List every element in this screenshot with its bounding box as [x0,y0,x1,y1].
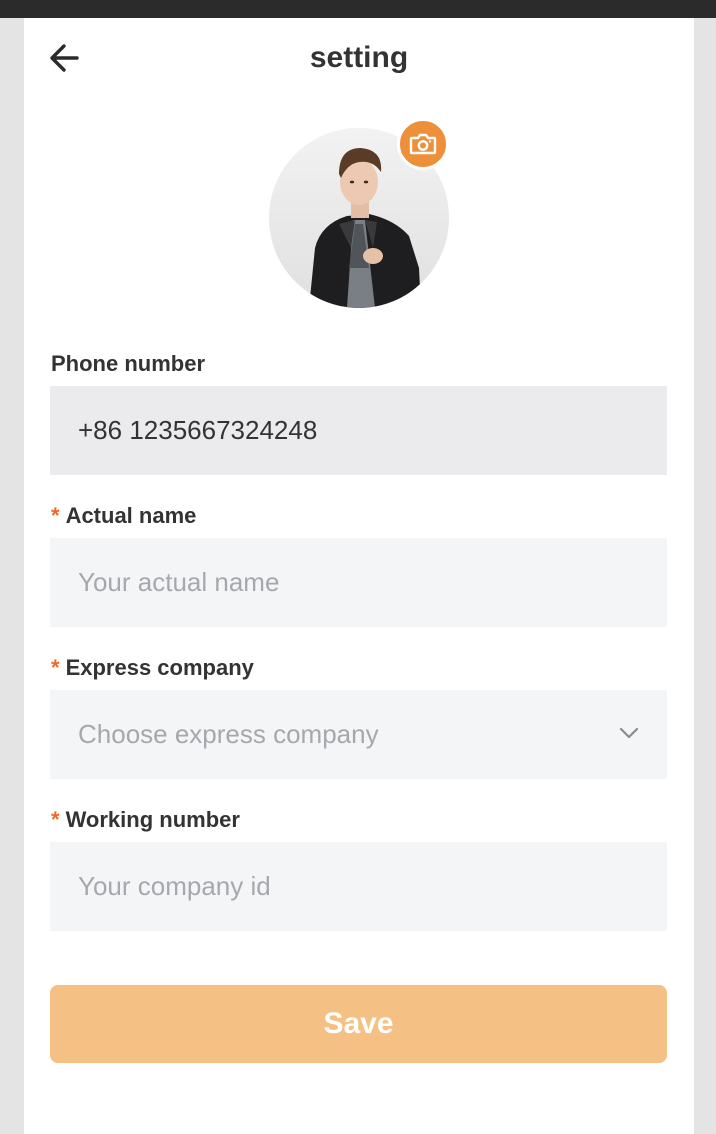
status-bar [0,0,716,18]
actual-name-label: * Actual name [51,503,197,528]
phone-number-label: Phone number [51,351,206,376]
required-mark: * [51,807,60,832]
avatar-section [269,118,449,308]
phone-number-field: +86 1235667324248 [50,386,667,475]
header: setting [24,18,694,98]
required-mark: * [51,655,60,680]
camera-icon [409,133,437,155]
express-company-label: * Express company [51,655,254,680]
express-company-placeholder: Choose express company [78,719,379,749]
working-number-label: * Working number [51,807,240,832]
express-company-select[interactable]: Choose express company [50,690,667,779]
required-mark: * [51,503,60,528]
save-button[interactable]: Save [50,985,667,1063]
settings-page: setting Phone number +86 1235667324248 *… [24,18,694,1134]
page-title: setting [309,41,409,74]
change-photo-button[interactable] [397,118,449,170]
actual-name-input[interactable] [50,538,667,627]
working-number-input[interactable] [50,842,667,931]
phone-number-value: +86 1235667324248 [78,415,318,445]
chevron-down-icon [619,727,639,739]
